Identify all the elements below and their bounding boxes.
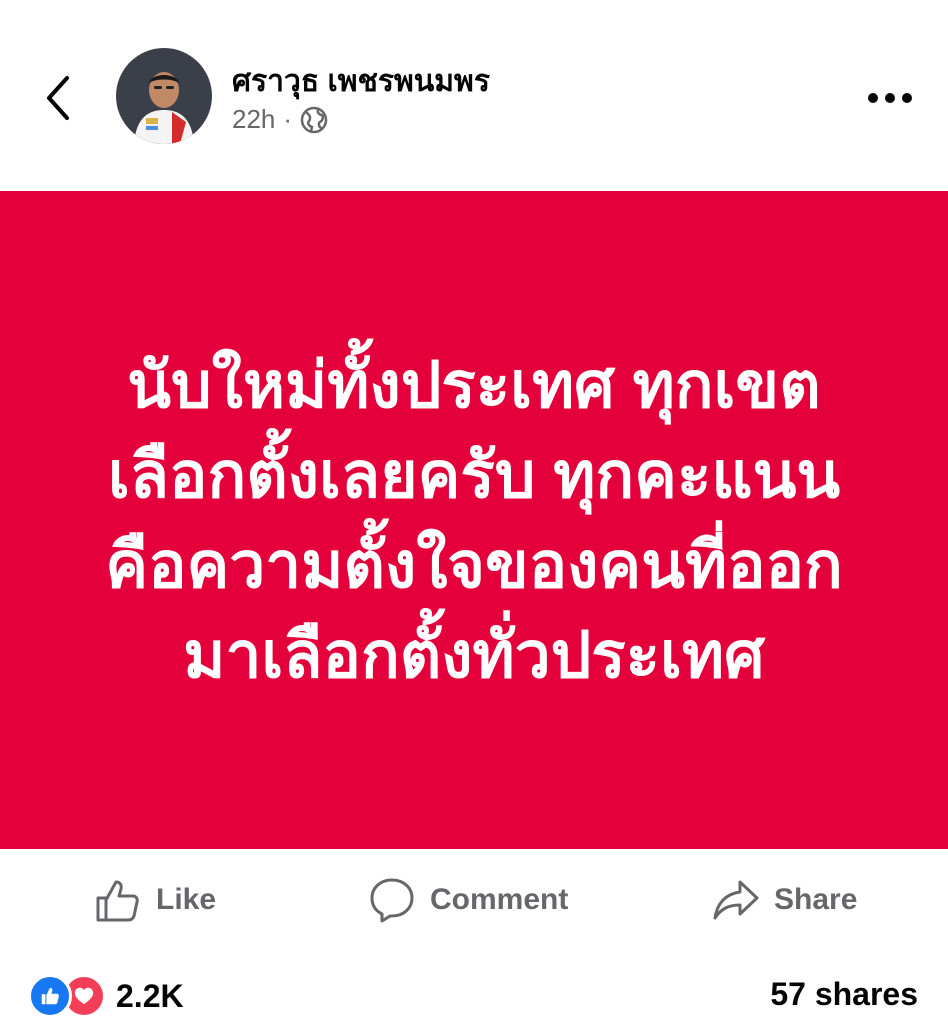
comment-label: Comment [430, 883, 569, 916]
post-meta: 22h · [232, 104, 328, 135]
post-header: ศราวุธ เพชรพนมพร 22h · [0, 0, 948, 190]
post-actions-bar: Like Comment Share [0, 858, 948, 942]
like-label: Like [156, 883, 217, 916]
back-button[interactable] [28, 68, 88, 128]
avatar[interactable] [116, 48, 212, 144]
share-label: Share [774, 883, 858, 916]
more-options-button[interactable] [860, 78, 920, 118]
avatar-image [116, 48, 212, 144]
globe-icon [300, 106, 328, 133]
like-reaction-icon [28, 974, 72, 1018]
reactions-summary[interactable]: 2.2K [28, 974, 184, 1018]
comment-button[interactable]: Comment [368, 872, 568, 928]
post-image[interactable]: นับใหม่ทั้งประเทศ ทุกเขต เลือกตั้งเลยครั… [0, 191, 948, 849]
like-button[interactable]: Like [94, 872, 216, 928]
comment-bubble-icon [370, 878, 414, 923]
post-image-text: นับใหม่ทั้งประเทศ ทุกเขต เลือกตั้งเลยครั… [105, 349, 843, 691]
meta-separator: · [283, 104, 293, 134]
chevron-left-icon [47, 76, 69, 120]
thumbs-up-icon [96, 880, 139, 922]
share-arrow-icon [713, 880, 759, 920]
reactions-count: 2.2K [116, 977, 184, 1014]
author-name[interactable]: ศราวุธ เพชรพนมพร [232, 58, 490, 105]
share-button[interactable]: Share [712, 872, 857, 928]
post-time[interactable]: 22h [232, 104, 275, 135]
post-stats: 2.2K 57 shares [0, 962, 948, 1024]
shares-count[interactable]: 57 shares [770, 976, 918, 1013]
more-horizontal-icon [868, 93, 912, 103]
